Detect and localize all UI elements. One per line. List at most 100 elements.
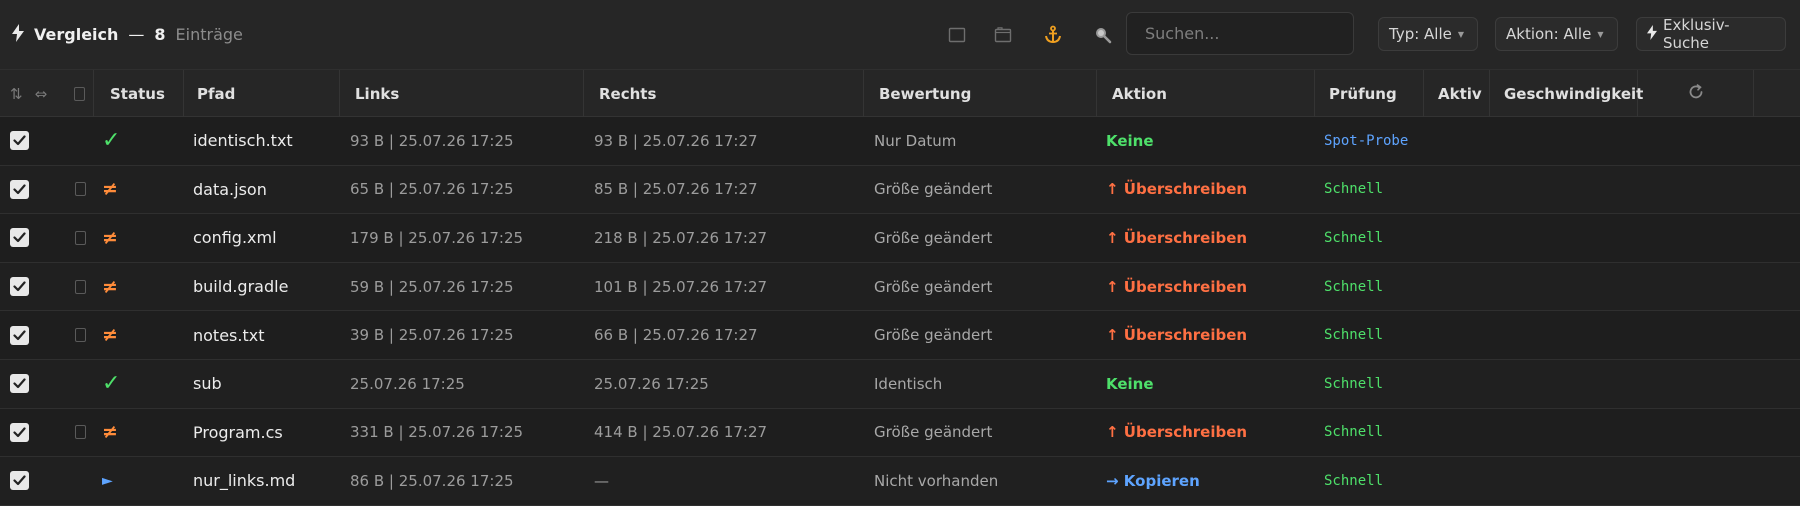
table-row[interactable]: ✓ sub 25.07.26 17:25 25.07.26 17:25 Iden… (0, 360, 1800, 409)
row-checkbox[interactable] (10, 457, 29, 505)
row-marker[interactable] (66, 457, 94, 505)
row-right-info: 218 B | 25.07.26 17:27 (594, 214, 767, 262)
toolbar-title-group: Vergleich — 8 Einträge (0, 0, 243, 69)
row-action[interactable]: Keine (1106, 360, 1154, 408)
col-check[interactable]: Prüfung (1315, 70, 1424, 117)
status-icon: ≠ (102, 311, 118, 359)
row-action[interactable]: ↑ Überschreiben (1106, 409, 1247, 457)
row-action[interactable]: ↑ Überschreiben (1106, 263, 1247, 311)
checkmark-icon[interactable] (10, 471, 29, 490)
row-action[interactable]: ↑ Überschreiben (1106, 214, 1247, 262)
checkmark-icon[interactable] (10, 228, 29, 247)
marker-box-icon[interactable] (75, 231, 86, 245)
sort-icon[interactable]: ⇅ (10, 85, 23, 103)
checkmark-icon[interactable] (10, 277, 29, 296)
row-left-info: 331 B | 25.07.26 17:25 (350, 409, 523, 457)
exclusive-search-button[interactable]: Exklusiv-Suche (1636, 17, 1786, 51)
row-action[interactable]: Keine (1106, 117, 1154, 165)
col-speed[interactable]: Geschwindigkeit (1490, 70, 1638, 117)
row-checkbox[interactable] (10, 263, 29, 311)
col-right[interactable]: Rechts (584, 70, 864, 117)
refresh-button[interactable] (1638, 70, 1754, 117)
row-check[interactable]: Schnell (1324, 214, 1383, 262)
row-action[interactable]: → Kopieren (1106, 457, 1200, 505)
marker-box-icon[interactable] (75, 280, 86, 294)
marker-box-icon[interactable] (75, 425, 86, 439)
row-checkbox[interactable] (10, 117, 29, 165)
table-row[interactable]: ► nur_links.md 86 B | 25.07.26 17:25 — N… (0, 457, 1800, 506)
row-marker[interactable] (66, 117, 94, 165)
entries-label: Einträge (176, 25, 243, 44)
table-row[interactable]: ✓ identisch.txt 93 B | 25.07.26 17:25 93… (0, 117, 1800, 166)
row-path: build.gradle (193, 263, 288, 311)
chevron-down-icon: ▼ (1597, 30, 1603, 39)
search-input[interactable] (1126, 12, 1354, 55)
checkmark-icon[interactable] (10, 326, 29, 345)
row-checkbox[interactable] (10, 311, 29, 359)
checkmark-icon[interactable] (10, 180, 29, 199)
row-check[interactable]: Schnell (1324, 457, 1383, 505)
row-checkbox[interactable] (10, 166, 29, 214)
row-rating: Identisch (874, 360, 942, 408)
checkmark-icon[interactable] (10, 374, 29, 393)
row-right-info: 85 B | 25.07.26 17:27 (594, 166, 758, 214)
status-icon: ✓ (102, 360, 120, 408)
table-row[interactable]: ≠ Program.cs 331 B | 25.07.26 17:25 414 … (0, 409, 1800, 458)
anchor-icon[interactable] (1042, 24, 1064, 46)
row-checkbox[interactable] (10, 214, 29, 262)
table-row[interactable]: ≠ config.xml 179 B | 25.07.26 17:25 218 … (0, 214, 1800, 263)
row-checkbox[interactable] (10, 409, 29, 457)
row-marker[interactable] (66, 263, 94, 311)
row-action[interactable]: ↑ Überschreiben (1106, 166, 1247, 214)
row-marker[interactable] (66, 166, 94, 214)
row-marker[interactable] (66, 409, 94, 457)
toolbar: Vergleich — 8 Einträge Typ: Alle ▼ Aktio… (0, 0, 1800, 70)
action-filter-dropdown[interactable]: Aktion: Alle ▼ (1495, 17, 1618, 51)
row-rating: Größe geändert (874, 409, 992, 457)
status-icon: ≠ (102, 214, 118, 262)
col-left[interactable]: Links (340, 70, 584, 117)
row-right-info: 93 B | 25.07.26 17:27 (594, 117, 758, 165)
row-left-info: 59 B | 25.07.26 17:25 (350, 263, 514, 311)
row-action[interactable]: ↑ Überschreiben (1106, 311, 1247, 359)
window-icon[interactable] (946, 24, 968, 46)
search-icon[interactable] (1092, 24, 1114, 46)
header-controls: ⇅ ⇔ (0, 70, 66, 117)
table-row[interactable]: ≠ notes.txt 39 B | 25.07.26 17:25 66 B |… (0, 311, 1800, 360)
table-row[interactable]: ≠ data.json 65 B | 25.07.26 17:25 85 B |… (0, 166, 1800, 215)
row-check[interactable]: Schnell (1324, 409, 1383, 457)
row-path: notes.txt (193, 311, 264, 359)
row-marker[interactable] (66, 360, 94, 408)
col-status[interactable]: Status (94, 70, 184, 117)
folder-icon[interactable] (992, 24, 1014, 46)
row-check[interactable]: Schnell (1324, 311, 1383, 359)
row-path: nur_links.md (193, 457, 295, 505)
bolt-icon (1647, 25, 1657, 44)
row-marker[interactable] (66, 214, 94, 262)
col-active[interactable]: Aktiv (1424, 70, 1490, 117)
checkmark-icon[interactable] (10, 131, 29, 150)
type-filter-dropdown[interactable]: Typ: Alle ▼ (1378, 17, 1478, 51)
col-action[interactable]: Aktion (1097, 70, 1315, 117)
marker-box-icon[interactable] (75, 328, 86, 342)
header-spacer (1754, 70, 1800, 117)
marker-box-icon[interactable] (75, 182, 86, 196)
row-rating: Nicht vorhanden (874, 457, 998, 505)
swap-icon[interactable]: ⇔ (35, 85, 48, 103)
col-rating[interactable]: Bewertung (864, 70, 1097, 117)
checkmark-icon[interactable] (10, 423, 29, 442)
select-all-checkbox[interactable] (74, 87, 85, 101)
table-header: ⇅ ⇔ Status Pfad Links Rechts Bewertung A… (0, 70, 1800, 117)
row-check[interactable]: Schnell (1324, 263, 1383, 311)
row-rating: Größe geändert (874, 311, 992, 359)
row-marker[interactable] (66, 311, 94, 359)
status-icon: ✓ (102, 117, 120, 165)
row-check[interactable]: Spot-Probe (1324, 117, 1408, 165)
row-check[interactable]: Schnell (1324, 166, 1383, 214)
row-checkbox[interactable] (10, 360, 29, 408)
header-select-all[interactable] (66, 70, 94, 117)
table-row[interactable]: ≠ build.gradle 59 B | 25.07.26 17:25 101… (0, 263, 1800, 312)
col-path[interactable]: Pfad (184, 70, 340, 117)
row-check[interactable]: Schnell (1324, 360, 1383, 408)
exclusive-search-label: Exklusiv-Suche (1663, 16, 1775, 52)
